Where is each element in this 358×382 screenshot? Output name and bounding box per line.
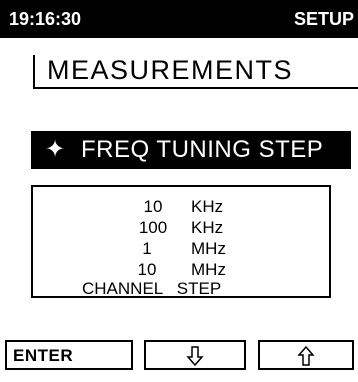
enter-button[interactable]: ENTER — [5, 340, 133, 370]
scroll-up-button[interactable] — [258, 340, 354, 370]
clock-time: 19:16:30 — [9, 9, 82, 29]
menu-title-box: MEASUREMENTS — [33, 55, 358, 89]
arrow-up-outline-icon — [297, 345, 315, 366]
option-unit: MHz — [191, 239, 226, 258]
menu-title: MEASUREMENTS — [47, 55, 294, 85]
option-value: 1 — [142, 239, 152, 258]
option-unit: MHz — [191, 260, 226, 279]
option-value: 100 — [138, 218, 168, 237]
option-value: 10 — [143, 197, 163, 216]
star-diamond-icon: ✦ — [45, 136, 66, 163]
arrow-down-outline-icon — [186, 346, 204, 367]
option-item-channel-step[interactable]: CHANNEL STEP — [82, 279, 221, 299]
step-options-list: 10 KHz 100 KHz 1 MHz 10 MHz CHANNEL STEP — [31, 185, 331, 298]
option-value: 10 — [137, 260, 157, 279]
enter-button-label: ENTER — [13, 346, 74, 365]
scroll-down-button[interactable] — [144, 340, 246, 370]
option-unit: KHz — [191, 218, 224, 237]
selected-menu-label: FREQ TUNING STEP — [81, 136, 324, 163]
mode-indicator: SETUP — [293, 9, 354, 29]
status-bar: 19:16:30 SETUP — [0, 0, 358, 38]
option-unit: KHz — [191, 197, 224, 216]
selected-menu-item[interactable]: ✦ FREQ TUNING STEP — [31, 131, 351, 169]
